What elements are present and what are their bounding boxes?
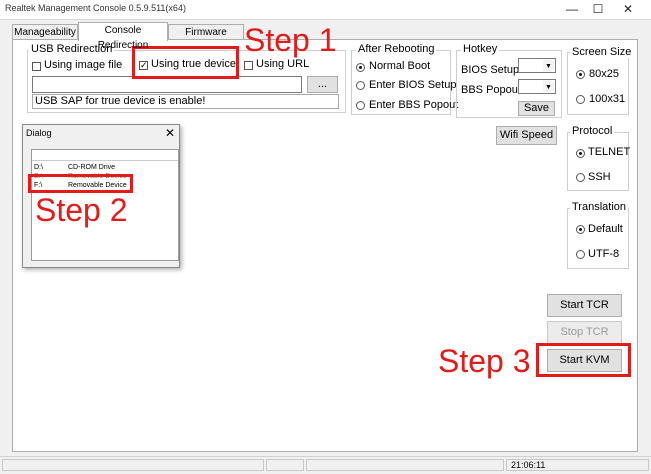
size-80x25-label[interactable]: 80x25	[589, 68, 619, 80]
bios-setup-select[interactable]: ▼	[518, 58, 556, 73]
status-cell	[306, 459, 504, 471]
minimize-button[interactable]: —	[560, 0, 584, 19]
title-bar: Realtek Management Console 0.5.9.511(x64…	[0, 0, 651, 20]
using-image-file-checkbox[interactable]	[32, 62, 41, 71]
step1-label: Step 1	[244, 22, 337, 58]
enter-bbs-popout-radio[interactable]	[356, 101, 365, 110]
normal-boot-label[interactable]: Normal Boot	[369, 60, 430, 72]
list-item[interactable]: D:\ CD-ROM Drive	[34, 164, 115, 171]
wifi-speed-button[interactable]: Wifi Speed	[496, 126, 557, 145]
screen-size-group	[567, 52, 629, 115]
bbs-popout-label: BBS Popout	[461, 84, 521, 96]
bios-setup-label: BIOS Setup	[461, 64, 520, 76]
size-100x31-radio[interactable]	[576, 95, 585, 104]
telnet-label[interactable]: TELNET	[588, 146, 630, 158]
tab-console-redirection[interactable]: Console Redirection	[78, 22, 168, 51]
size-80x25-radio[interactable]	[576, 70, 585, 79]
maximize-button[interactable]: ☐	[586, 0, 610, 19]
step2-highlight	[28, 174, 133, 193]
chevron-down-icon: ▼	[543, 81, 554, 92]
window-title: Realtek Management Console 0.5.9.511(x64…	[5, 3, 186, 13]
normal-boot-radio[interactable]	[356, 63, 365, 72]
utf8-label[interactable]: UTF-8	[588, 248, 619, 260]
save-button[interactable]: Save	[518, 101, 555, 116]
tab-manageability[interactable]: Manageability	[12, 24, 78, 40]
enter-bios-setup-label[interactable]: Enter BIOS Setup	[369, 79, 456, 91]
hotkey-label: Hotkey	[461, 43, 500, 55]
ssh-label[interactable]: SSH	[588, 171, 611, 183]
telnet-radio[interactable]	[576, 149, 585, 158]
after-rebooting-label: After Rebooting	[356, 43, 437, 55]
translation-label: Translation	[570, 201, 629, 213]
using-image-file-label[interactable]: Using image file	[44, 59, 122, 71]
step3-label: Step 3	[438, 343, 531, 379]
dialog-title: Dialog	[26, 128, 52, 138]
size-100x31-label[interactable]: 100x31	[589, 93, 625, 105]
ssh-radio[interactable]	[576, 173, 585, 182]
status-cell	[2, 459, 264, 471]
start-tcr-button[interactable]: Start TCR	[547, 294, 622, 317]
close-window-button[interactable]: ✕	[615, 0, 641, 19]
using-url-label[interactable]: Using URL	[256, 58, 309, 70]
status-cell	[266, 459, 304, 471]
browse-button[interactable]: ...	[307, 76, 338, 93]
chevron-down-icon: ▼	[543, 60, 554, 71]
step2-label: Step 2	[35, 192, 128, 228]
enter-bbs-popout-label[interactable]: Enter BBS Popout	[369, 99, 458, 111]
default-encoding-label[interactable]: Default	[588, 223, 623, 235]
tab-firmware-update[interactable]: Firmware Update	[168, 24, 244, 53]
close-icon[interactable]: ✕	[165, 126, 175, 140]
status-time: 21:06:11	[506, 459, 649, 471]
bbs-popout-select[interactable]: ▼	[518, 79, 556, 94]
step3-highlight	[536, 343, 631, 377]
status-bar: 21:06:11	[0, 456, 651, 474]
protocol-label: Protocol	[570, 125, 615, 137]
usb-status-field: USB SAP for true device is enable!	[32, 94, 339, 109]
utf8-radio[interactable]	[576, 250, 585, 259]
default-encoding-radio[interactable]	[576, 225, 585, 234]
drive-list-header	[32, 150, 178, 161]
usb-status-text: USB SAP for true device is enable!	[35, 95, 206, 107]
using-url-checkbox[interactable]	[244, 61, 253, 70]
screen-size-label: Screen Size	[570, 46, 634, 58]
stop-tcr-button[interactable]: Stop TCR	[547, 321, 622, 344]
enter-bios-setup-radio[interactable]	[356, 81, 365, 90]
